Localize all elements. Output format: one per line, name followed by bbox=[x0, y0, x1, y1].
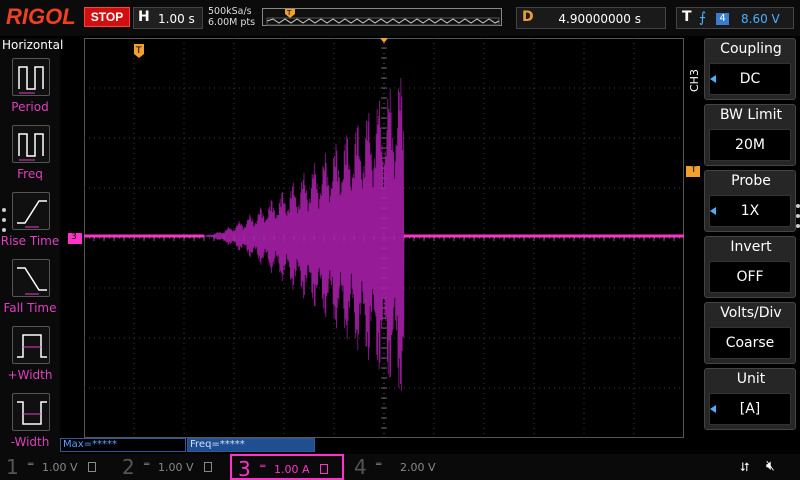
trigger-t-marker: T bbox=[134, 44, 144, 58]
brand-logo: RIGOL bbox=[6, 4, 76, 29]
volts-div-value: Coarse bbox=[709, 327, 791, 359]
measure-pos-width-label: +Width bbox=[7, 368, 53, 382]
channel-menu-label: CH3 bbox=[688, 69, 701, 92]
delay-label: D bbox=[522, 9, 534, 25]
rising-edge-icon: ⨍ bbox=[699, 10, 707, 26]
coupling-softkey[interactable]: Coupling DC bbox=[704, 38, 796, 100]
usb-icon: ⮃ bbox=[740, 460, 750, 474]
invert-value: OFF bbox=[709, 261, 791, 293]
horizontal-timebase[interactable]: H 1.00 s bbox=[133, 7, 203, 29]
menu-page-indicator bbox=[2, 208, 8, 238]
measure-fall-time[interactable]: Fall Time bbox=[0, 259, 60, 323]
unit-title: Unit bbox=[736, 371, 766, 387]
unit-softkey[interactable]: Unit [A] bbox=[704, 368, 796, 430]
channel-4-tab[interactable]: 4 ═ 2.00 V bbox=[348, 454, 460, 480]
waveform-display[interactable]: T bbox=[84, 38, 684, 438]
dc-coupling-icon: ═ bbox=[28, 460, 34, 470]
measure-neg-width[interactable]: -Width bbox=[0, 393, 60, 457]
channel-3-number: 3 bbox=[238, 457, 251, 480]
measure-neg-width-label: -Width bbox=[10, 435, 50, 449]
bw-limit-value: 20M bbox=[709, 129, 791, 161]
volts-div-title: Volts/Div bbox=[720, 305, 782, 321]
trigger-status[interactable]: T ⨍ 4 8.60 V bbox=[676, 7, 794, 29]
timebase-value: 1.00 s bbox=[158, 12, 195, 26]
memory-waveform-icon: T bbox=[266, 9, 500, 26]
trigger-level: 8.60 V bbox=[741, 12, 780, 26]
select-arrow-icon bbox=[710, 75, 716, 83]
ch3-offset-label: 3 bbox=[71, 232, 77, 242]
bw-limit-title: BW Limit bbox=[719, 107, 783, 123]
measure-period-label: Period bbox=[11, 100, 49, 114]
coupling-title: Coupling bbox=[720, 41, 782, 57]
sample-rate: 500kSa/s bbox=[208, 6, 252, 17]
select-arrow-icon bbox=[710, 207, 716, 215]
channel-2-tab[interactable]: 2 ═ 1.00 V bbox=[116, 454, 228, 480]
probe-title: Probe bbox=[731, 173, 771, 189]
measure-rise-time-label: Rise Time bbox=[0, 234, 60, 248]
measurement-results: Max=***** Freq=***** bbox=[60, 438, 704, 452]
top-status-bar: RIGOL STOP H 1.00 s 500kSa/s 6.00M pts T… bbox=[0, 0, 800, 36]
bw-limit-softkey[interactable]: BW Limit 20M bbox=[704, 104, 796, 166]
memory-depth: 6.00M pts bbox=[208, 17, 256, 28]
run-stop-indicator[interactable]: STOP bbox=[84, 7, 130, 27]
measure-pos-width[interactable]: +Width bbox=[0, 326, 60, 390]
channel-3-scale: 1.00 A bbox=[274, 463, 310, 476]
bw-limit-icon bbox=[204, 462, 212, 472]
measurement-max[interactable]: Max=***** bbox=[60, 438, 186, 452]
measure-freq-label: Freq bbox=[17, 167, 43, 181]
channel-4-number: 4 bbox=[354, 455, 367, 479]
speaker-muted-icon[interactable]: 🔇︎ bbox=[766, 458, 775, 474]
period-icon bbox=[12, 58, 50, 96]
svg-text:T: T bbox=[135, 46, 142, 56]
probe-softkey[interactable]: Probe 1X bbox=[704, 170, 796, 232]
freq-icon bbox=[12, 125, 50, 163]
horizontal-label: H bbox=[138, 9, 150, 25]
measure-menu: Horizontal Period Freq Rise Time Fall Ti… bbox=[0, 38, 64, 457]
measure-fall-time-label: Fall Time bbox=[3, 301, 57, 315]
channel-3-tab[interactable]: 3 ═ 1.00 A bbox=[230, 454, 344, 480]
measurement-freq[interactable]: Freq=***** bbox=[187, 438, 315, 452]
channel-1-number: 1 bbox=[6, 455, 19, 479]
svg-text:T: T bbox=[286, 9, 292, 17]
memory-overview-bar[interactable]: T bbox=[262, 8, 502, 26]
horizontal-delay[interactable]: D 4.90000000 s bbox=[516, 7, 666, 29]
measure-category: Horizontal bbox=[2, 38, 64, 52]
coupling-value: DC bbox=[709, 63, 791, 95]
menu-page-indicator bbox=[796, 204, 800, 234]
trigger-source: 4 bbox=[716, 13, 729, 25]
channel-menu: Coupling DC BW Limit 20M Probe 1X Invert… bbox=[704, 38, 800, 456]
rise-time-icon bbox=[12, 192, 50, 230]
measure-freq[interactable]: Freq bbox=[0, 125, 60, 189]
ch3-offset-marker[interactable]: 3 bbox=[68, 232, 82, 244]
select-arrow-icon bbox=[710, 405, 716, 413]
dc-coupling-icon: ═ bbox=[376, 460, 382, 470]
volts-div-softkey[interactable]: Volts/Div Coarse bbox=[704, 302, 796, 364]
dc-coupling-icon: ═ bbox=[260, 462, 266, 472]
channel-4-scale: 2.00 V bbox=[400, 461, 436, 474]
bw-limit-icon bbox=[320, 464, 328, 474]
channel-2-number: 2 bbox=[122, 455, 135, 479]
bw-limit-icon bbox=[88, 462, 96, 472]
channel-1-tab[interactable]: 1 ═ 1.00 V bbox=[0, 454, 112, 480]
channel-1-scale: 1.00 V bbox=[42, 461, 78, 474]
dc-coupling-icon: ═ bbox=[144, 460, 150, 470]
fall-time-icon bbox=[12, 259, 50, 297]
channel-2-scale: 1.00 V bbox=[158, 461, 194, 474]
neg-width-icon bbox=[12, 393, 50, 431]
trigger-position-marker bbox=[380, 38, 388, 43]
invert-softkey[interactable]: Invert OFF bbox=[704, 236, 796, 298]
invert-title: Invert bbox=[730, 239, 772, 255]
pos-width-icon bbox=[12, 326, 50, 364]
trigger-label: T bbox=[682, 9, 692, 25]
probe-value: 1X bbox=[709, 195, 791, 227]
measure-rise-time[interactable]: Rise Time bbox=[0, 192, 60, 256]
channel-status-bar: 1 ═ 1.00 V 2 ═ 1.00 V 3 ═ 1.00 A 4 ═ 2.0… bbox=[0, 454, 800, 480]
delay-value: 4.90000000 s bbox=[558, 12, 641, 26]
trigger-level-marker[interactable]: T bbox=[686, 165, 700, 177]
acquisition-info: 500kSa/s 6.00M pts bbox=[208, 6, 255, 28]
measure-period[interactable]: Period bbox=[0, 58, 60, 122]
unit-value: [A] bbox=[709, 393, 791, 425]
trigger-level-marker-label: T bbox=[691, 165, 697, 175]
